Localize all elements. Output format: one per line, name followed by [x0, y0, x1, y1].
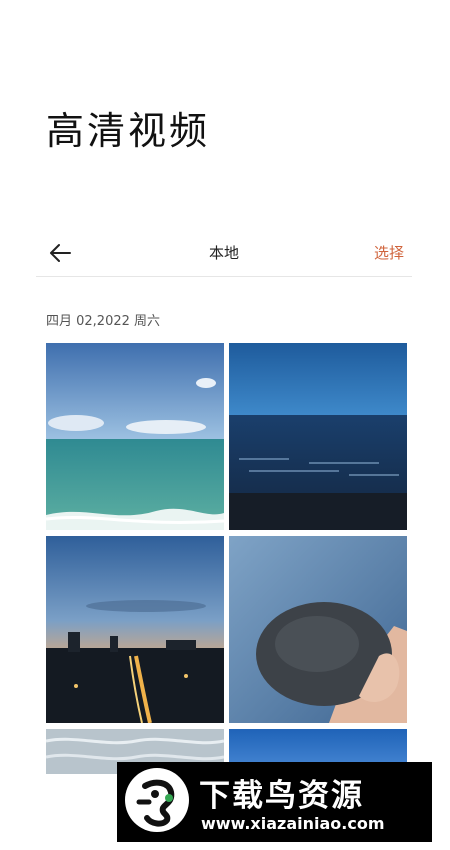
- top-navbar: 本地 选择: [36, 230, 412, 277]
- photo-thumbnail[interactable]: [229, 536, 407, 723]
- photo-thumbnail[interactable]: [46, 343, 224, 530]
- photo-thumbnail[interactable]: [229, 343, 407, 530]
- photo-thumbnail[interactable]: [46, 536, 224, 723]
- section-date: 四月 02,2022 周六: [46, 314, 161, 329]
- page-title: 高清视频: [46, 109, 211, 153]
- watermark-brand: 下载鸟资源: [199, 778, 364, 814]
- bird-icon: [136, 779, 175, 827]
- select-button[interactable]: 选择: [374, 242, 404, 263]
- brand-logo: [125, 768, 189, 832]
- nav-title: 本地: [208, 244, 239, 262]
- watermark-banner: 下载鸟资源 www.xiazainiao.com: [117, 762, 432, 842]
- watermark-url: www.xiazainiao.com: [201, 814, 385, 833]
